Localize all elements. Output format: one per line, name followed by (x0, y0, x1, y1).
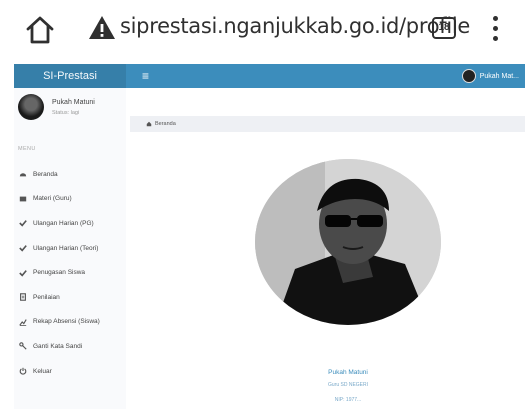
profile-photo-image (255, 159, 441, 325)
sidebar-item-ulangan-pg[interactable]: Ulangan Harian (PG) (14, 211, 126, 236)
check-icon (18, 268, 27, 277)
sidebar-item-label: Penilaian (33, 293, 60, 301)
header-user-name: Pukah Mat... (479, 72, 519, 80)
user-name: Pukah Matuni (52, 99, 95, 106)
header-avatar (461, 69, 476, 83)
check-icon (18, 219, 27, 228)
sidebar-item-keluar[interactable]: Keluar (14, 359, 126, 384)
sidebar-item-penilaian[interactable]: Penilaian (14, 285, 126, 310)
profile-name: Pukah Matuni (328, 369, 368, 376)
brand-logo[interactable]: SI-Prestasi (14, 64, 126, 88)
tabs-icon[interactable]: 18 (432, 17, 456, 39)
sidebar: Pukah Matuni Status: lagi MENU Beranda M… (14, 88, 127, 409)
home-breadcrumb-icon (146, 121, 152, 127)
warning-icon[interactable] (88, 14, 116, 42)
sidebar-toggle-icon[interactable]: ≡ (142, 70, 149, 82)
sidebar-item-beranda[interactable]: Beranda (14, 162, 126, 187)
sidebar-item-penugasan[interactable]: Penugasan Siswa (14, 260, 126, 285)
document-icon (18, 293, 27, 302)
sidebar-item-label: Ulangan Harian (Teori) (33, 244, 99, 252)
power-icon (18, 367, 27, 376)
sidebar-item-label: Materi (Guru) (33, 195, 72, 203)
url-text[interactable]: siprestasi.nganjukkab.go.id/profile (120, 14, 470, 38)
chart-line-icon (18, 317, 27, 326)
sidebar-item-label: Keluar (33, 367, 52, 375)
breadcrumb-item-beranda[interactable]: Beranda (155, 121, 176, 127)
user-status: Status: lagi (52, 110, 80, 116)
check-icon (18, 244, 27, 253)
sidebar-item-ulangan-teori[interactable]: Ulangan Harian (Teori) (14, 236, 126, 261)
menu-header: MENU (18, 146, 36, 152)
sidebar-item-label: Penugasan Siswa (33, 269, 86, 277)
content-header (126, 88, 525, 110)
browser-address-bar: siprestasi.nganjukkab.go.id/profile 18 (0, 0, 525, 62)
sidebar-menu: Beranda Materi (Guru) Ulangan Harian (PG… (14, 162, 126, 383)
profile-nip: NIP: 1977... (334, 397, 362, 403)
sidebar-item-label: Ganti Kata Sandi (33, 342, 83, 350)
profile-subtitle: Guru SD NEGERI (327, 382, 369, 388)
sidebar-item-label: Beranda (33, 170, 58, 178)
sidebar-item-rekap-absensi[interactable]: Rekap Absensi (Siswa) (14, 310, 126, 335)
menu-kebab-icon[interactable] (490, 16, 500, 44)
avatar (18, 94, 44, 120)
key-icon (18, 342, 27, 351)
sidebar-item-ganti-sandi[interactable]: Ganti Kata Sandi (14, 334, 126, 359)
header-user-menu[interactable]: Pukah Mat... (461, 68, 519, 84)
breadcrumb: Beranda (130, 116, 525, 132)
home-icon[interactable] (24, 14, 56, 46)
book-icon (18, 194, 27, 203)
app-header: SI-Prestasi ≡ Pukah Mat... (14, 64, 525, 88)
main-content: Beranda Pukah Matuni Guru SD NEGERI NIP:… (126, 88, 525, 409)
sidebar-item-label: Rekap Absensi (Siswa) (33, 318, 100, 326)
sidebar-item-materi[interactable]: Materi (Guru) (14, 187, 126, 212)
user-panel: Pukah Matuni Status: lagi (14, 88, 126, 130)
sidebar-item-label: Ulangan Harian (PG) (33, 219, 94, 227)
dashboard-icon (18, 170, 27, 179)
profile-photo (255, 159, 441, 325)
